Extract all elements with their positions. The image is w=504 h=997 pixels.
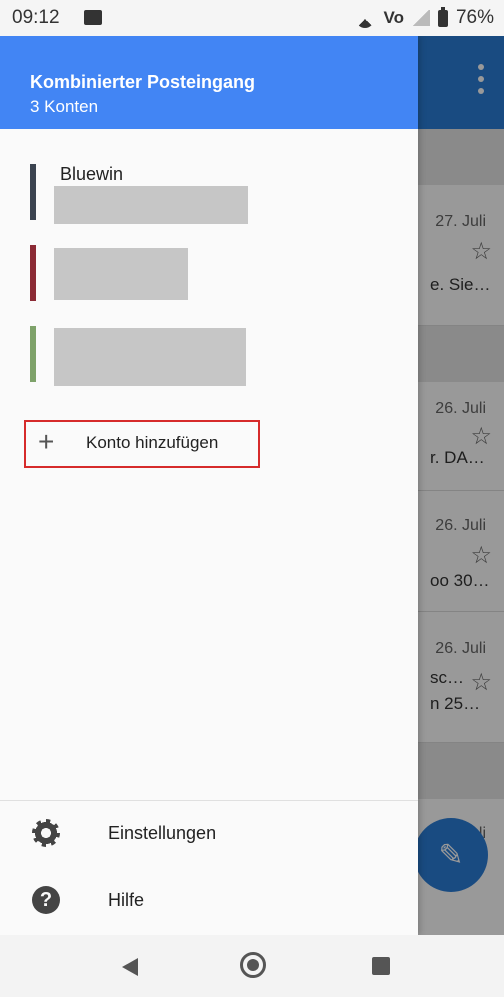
home-icon[interactable]	[240, 952, 266, 978]
redacted-email	[54, 186, 248, 224]
redacted-account	[54, 328, 246, 386]
signal-icon	[411, 10, 430, 26]
status-time: 09:12	[12, 7, 60, 28]
volte-indicator: Vo	[383, 8, 404, 27]
account-item[interactable]: Bluewin	[0, 164, 418, 224]
help-label: Hilfe	[108, 890, 145, 910]
drawer-subtitle: 3 Konten	[30, 97, 99, 116]
system-nav-bar	[0, 935, 504, 997]
battery-icon	[437, 6, 448, 27]
settings-menu-item[interactable]: Einstellungen	[0, 805, 418, 865]
account-name: Bluewin	[60, 164, 124, 184]
drawer-header: Kombinierter Posteingang 3 Konten	[0, 36, 418, 129]
account-color-bar	[30, 245, 36, 301]
back-icon[interactable]	[122, 958, 138, 976]
add-account-label: Konto hinzufügen	[86, 433, 219, 452]
wifi-icon	[354, 10, 376, 28]
battery-percent: 76%	[455, 7, 494, 28]
divider	[0, 800, 418, 801]
status-bar: 09:12 Vo 76%	[0, 0, 504, 36]
help-menu-item[interactable]: ? Hilfe	[0, 872, 418, 932]
account-item[interactable]	[0, 245, 418, 305]
account-color-bar	[30, 326, 36, 382]
navigation-drawer: Kombinierter Posteingang 3 Konten Bluewi…	[0, 36, 418, 935]
account-item[interactable]	[0, 326, 418, 386]
redacted-account	[54, 248, 188, 300]
image-notification-icon	[84, 10, 102, 25]
gear-icon	[32, 819, 60, 847]
settings-label: Einstellungen	[108, 823, 217, 843]
drawer-title: Kombinierter Posteingang	[30, 72, 256, 92]
account-color-bar	[30, 164, 36, 220]
add-account-button[interactable]: + Konto hinzufügen	[24, 420, 260, 468]
recents-icon[interactable]	[372, 957, 390, 975]
plus-icon: +	[38, 426, 55, 457]
help-icon: ?	[32, 886, 60, 914]
